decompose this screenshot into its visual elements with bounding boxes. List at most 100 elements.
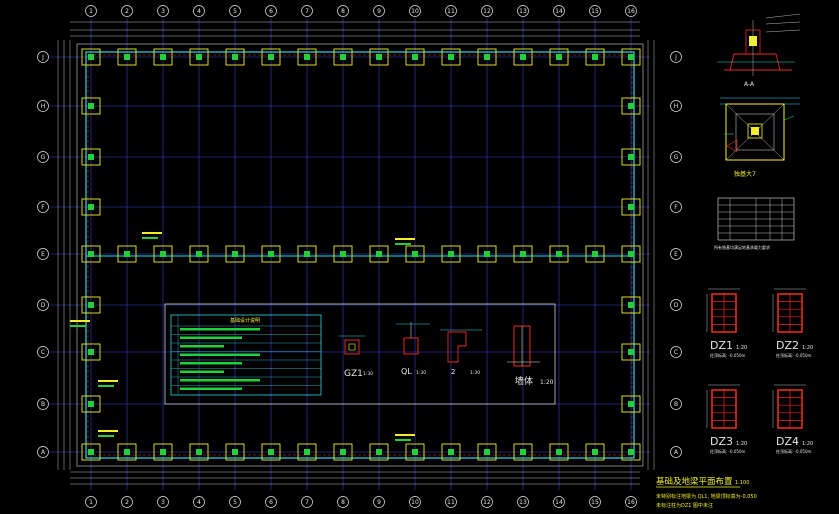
axis-top-10-text: 10 xyxy=(411,8,419,15)
column-21 xyxy=(232,251,238,257)
axis-bottom-9-text: 9 xyxy=(377,499,381,506)
axis-right-G-text: G xyxy=(674,154,679,161)
footing-table: 所有独基均满足地基承载力要求 xyxy=(714,197,795,250)
column-41 xyxy=(376,449,382,455)
dz-name-1: DZ1 xyxy=(710,339,733,352)
column-11 xyxy=(448,54,454,60)
axis-left-F-text: F xyxy=(41,204,45,211)
annotation-text-mark-b-2 xyxy=(142,237,158,239)
column-36 xyxy=(196,449,202,455)
column-23 xyxy=(304,251,310,257)
ql-scale: 1:30 xyxy=(416,370,426,376)
column-51 xyxy=(88,154,94,160)
wall-scale: 1:20 xyxy=(540,379,554,386)
section-gz1: GZ1 1:30 xyxy=(339,335,373,379)
column-29 xyxy=(520,251,526,257)
detail-footing-plan: 独基大7 xyxy=(720,97,800,178)
dz-note-3: 柱顶标高: -0.050m xyxy=(710,448,746,454)
axis-left-G-text: G xyxy=(41,154,46,161)
dz-scale-2: 1:20 xyxy=(802,345,813,351)
axis-top-8-text: 8 xyxy=(341,8,345,15)
column-14 xyxy=(556,54,562,60)
column-9 xyxy=(376,54,382,60)
annotation-text-mark-3 xyxy=(98,380,118,382)
column-52 xyxy=(628,154,634,160)
axis-right-J-text: J xyxy=(674,54,677,61)
column-4 xyxy=(196,54,202,60)
axis-bottom-4-text: 4 xyxy=(197,499,201,506)
column-59 xyxy=(88,401,94,407)
section-wall: 墙体 1:20 xyxy=(507,325,554,387)
plan-note-1: 未特别标注地梁为 QL1, 地梁顶标高为-0.050 xyxy=(656,493,757,500)
column-49 xyxy=(88,103,94,109)
axis-top-12-text: 12 xyxy=(483,8,491,15)
axis-right-H-text: H xyxy=(674,103,679,110)
axis-left-E-text: E xyxy=(41,251,45,258)
axis-top-13-text: 13 xyxy=(519,8,527,15)
axis-top-6-text: 6 xyxy=(269,8,273,15)
axis-bottom-7-text: 7 xyxy=(305,499,309,506)
column-34 xyxy=(124,449,130,455)
axis-top-16-text: 16 xyxy=(627,8,635,15)
column-1 xyxy=(88,54,94,60)
wall-label: 墙体 xyxy=(515,375,533,387)
axis-bottom-5-text: 5 xyxy=(233,499,237,506)
axis-bottom-3-text: 3 xyxy=(161,499,165,506)
column-7 xyxy=(304,54,310,60)
column-17 xyxy=(88,251,94,257)
column-12 xyxy=(484,54,490,60)
ql-label: QL xyxy=(401,367,412,376)
dz-note-1: 柱顶标高: -0.050m xyxy=(710,352,746,358)
notes-row-text-7 xyxy=(180,387,242,390)
annotation-text-mark-b-5 xyxy=(70,325,86,327)
annotation-text-mark-b-1 xyxy=(395,439,411,441)
plan-title: 基础及地梁平面布置 xyxy=(656,476,733,487)
column-19 xyxy=(160,251,166,257)
column-31 xyxy=(592,251,598,257)
cad-drawing-canvas: 1122334455667788991010111112121313141415… xyxy=(37,5,813,509)
axis-right-B-text: B xyxy=(674,401,678,408)
column-53 xyxy=(88,204,94,210)
column-20 xyxy=(196,251,202,257)
column-47 xyxy=(592,449,598,455)
footing-detail-label: 独基大7 xyxy=(734,170,756,178)
column-13 xyxy=(520,54,526,60)
axis-bottom-12-text: 12 xyxy=(483,499,491,506)
annotation-text-mark-b-4 xyxy=(98,435,114,437)
a-a-label: A-A xyxy=(744,81,755,88)
notes-row-text-2 xyxy=(180,345,224,348)
column-3 xyxy=(160,54,166,60)
column-35 xyxy=(160,449,166,455)
dz-name-3: DZ3 xyxy=(710,435,733,448)
axis-bottom-11-text: 11 xyxy=(447,499,455,506)
column-25 xyxy=(376,251,382,257)
dz-note-4: 柱顶标高: -0.050m xyxy=(776,448,812,454)
column-33 xyxy=(88,449,94,455)
column-18 xyxy=(124,251,130,257)
column-58 xyxy=(628,349,634,355)
axis-left-J-text: J xyxy=(41,54,44,61)
column-sections: DZ1 1:20柱顶标高: -0.050mDZ2 1:20柱顶标高: -0.050m… xyxy=(706,288,813,454)
axis-left-C-text: C xyxy=(41,349,45,356)
axis-left-B-text: B xyxy=(41,401,45,408)
column-26 xyxy=(412,251,418,257)
annotation-text-mark-4 xyxy=(98,430,118,432)
axis-bottom-8-text: 8 xyxy=(341,499,345,506)
column-30 xyxy=(556,251,562,257)
footing-table-rows xyxy=(718,198,794,240)
column-27 xyxy=(448,251,454,257)
dz-name-4: DZ4 xyxy=(776,435,799,448)
notes-row-text-6 xyxy=(180,379,260,382)
column-2 xyxy=(124,54,130,60)
annotation-text-mark-0 xyxy=(395,238,415,240)
axis-right-E-text: E xyxy=(674,251,678,258)
axis-top-11-text: 11 xyxy=(447,8,455,15)
axis-top-7-text: 7 xyxy=(305,8,309,15)
column-6 xyxy=(268,54,274,60)
column-28 xyxy=(484,251,490,257)
column-40 xyxy=(340,449,346,455)
axis-top-4-text: 4 xyxy=(197,8,201,15)
column-22 xyxy=(268,251,274,257)
column-16 xyxy=(628,54,634,60)
column-37 xyxy=(232,449,238,455)
